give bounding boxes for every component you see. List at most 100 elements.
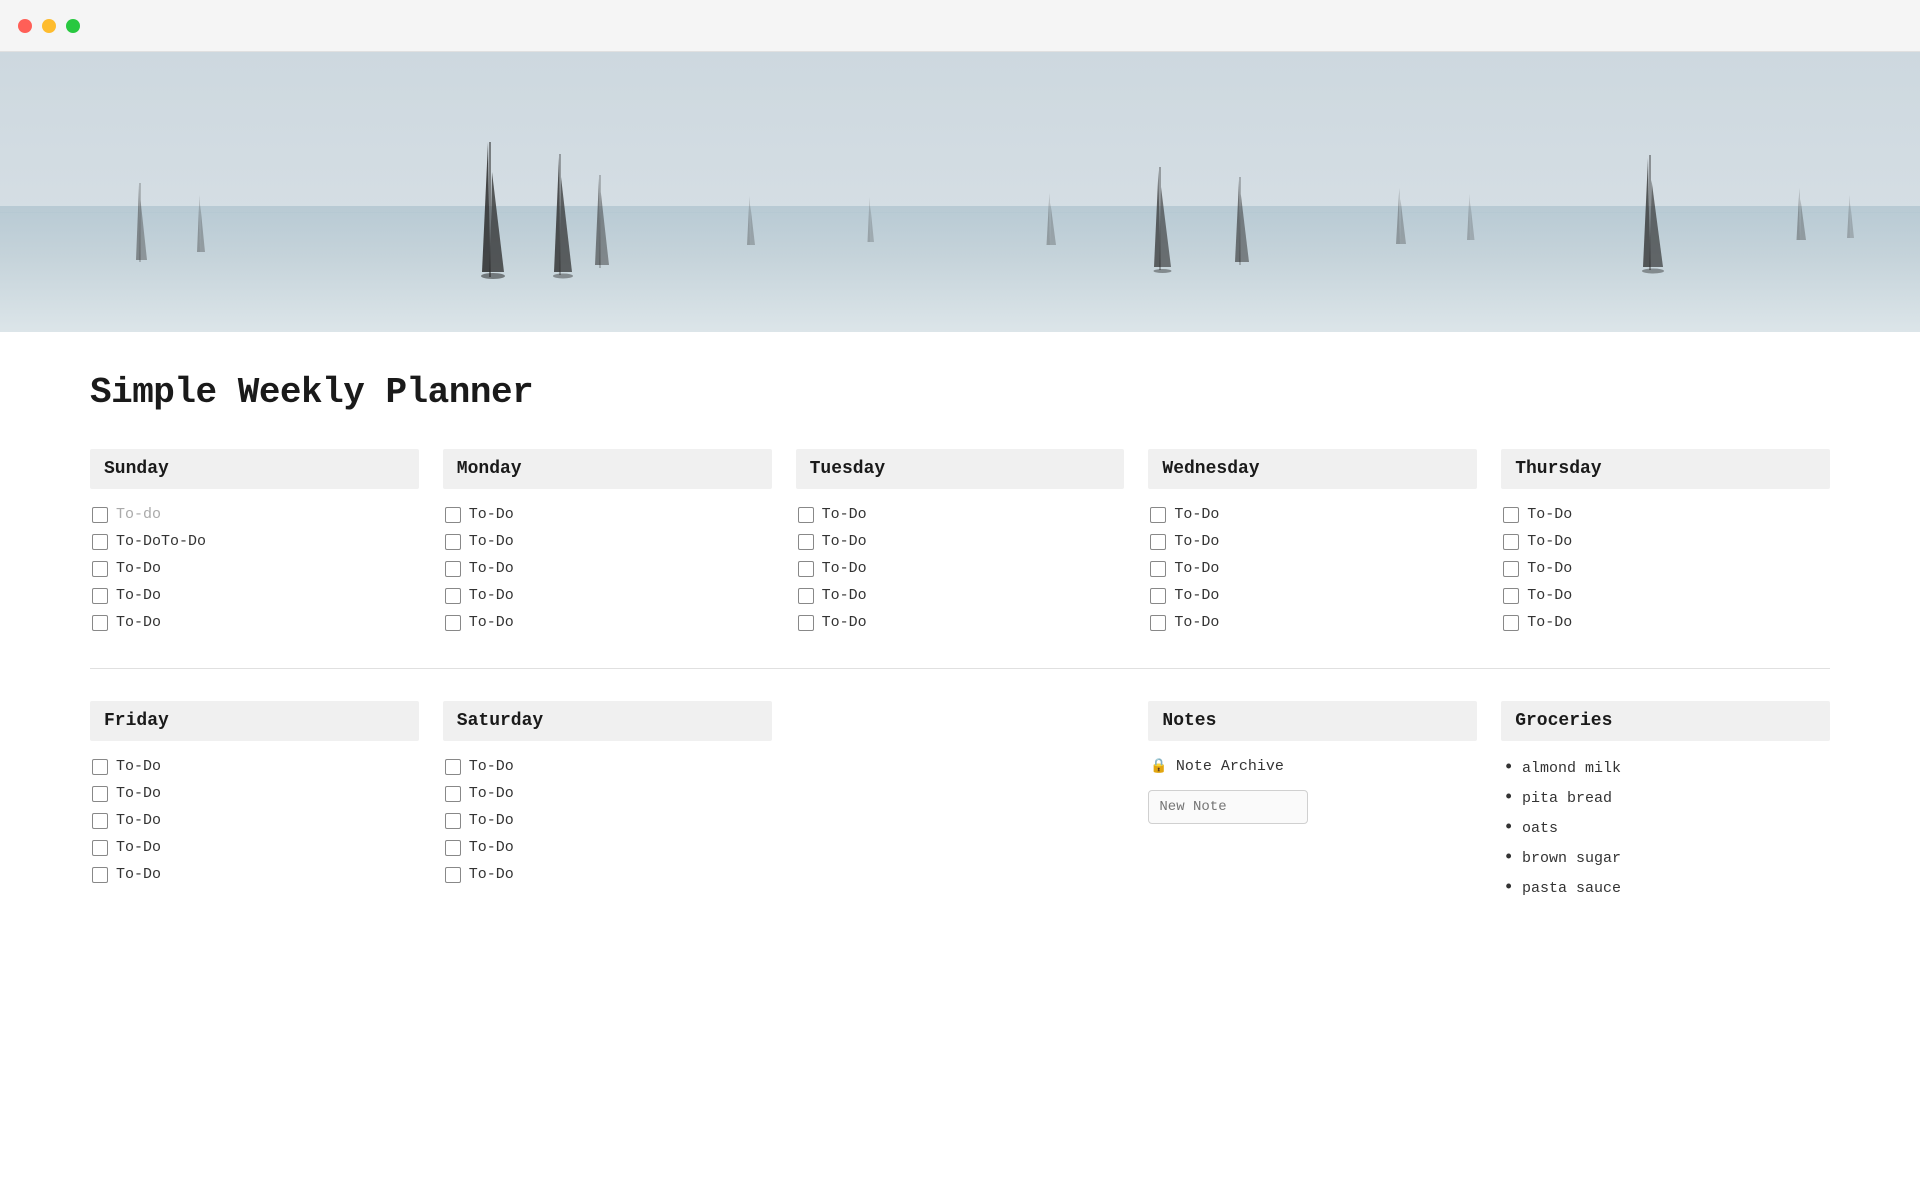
todo-item[interactable]: To-Do bbox=[443, 582, 772, 609]
day-header-saturday: Saturday bbox=[443, 701, 772, 741]
checkbox[interactable] bbox=[798, 507, 814, 523]
todo-item[interactable]: To-Do bbox=[796, 555, 1125, 582]
checkbox[interactable] bbox=[92, 759, 108, 775]
todo-text: To-Do bbox=[469, 785, 514, 802]
day-column-thursday: ThursdayTo-DoTo-DoTo-DoTo-DoTo-Do bbox=[1501, 449, 1830, 636]
checkbox[interactable] bbox=[445, 759, 461, 775]
todo-item[interactable]: To-Do bbox=[90, 582, 419, 609]
lock-icon: 🔒 bbox=[1150, 758, 1167, 775]
day-column-saturday: SaturdayTo-DoTo-DoTo-DoTo-DoTo-Do bbox=[443, 701, 772, 888]
checkbox[interactable] bbox=[1503, 615, 1519, 631]
day-header-monday: Monday bbox=[443, 449, 772, 489]
todo-item[interactable]: To-Do bbox=[443, 528, 772, 555]
todo-item[interactable]: To-Do bbox=[1148, 501, 1477, 528]
checkbox[interactable] bbox=[798, 534, 814, 550]
todo-item[interactable]: To-DoTo-Do bbox=[90, 528, 419, 555]
maximize-button[interactable] bbox=[66, 19, 80, 33]
todo-text: To-Do bbox=[1527, 560, 1572, 577]
checkbox[interactable] bbox=[92, 615, 108, 631]
todo-item[interactable]: To-Do bbox=[90, 753, 419, 780]
todo-text: To-Do bbox=[116, 839, 161, 856]
grocery-item: almond milk bbox=[1501, 753, 1830, 783]
todo-item[interactable]: To-Do bbox=[1501, 528, 1830, 555]
todo-item[interactable]: To-do bbox=[90, 501, 419, 528]
todo-text: To-Do bbox=[822, 587, 867, 604]
week-grid-top: SundayTo-doTo-DoTo-DoTo-DoTo-DoTo-DoMond… bbox=[90, 449, 1830, 636]
todo-item[interactable]: To-Do bbox=[443, 807, 772, 834]
checkbox[interactable] bbox=[445, 813, 461, 829]
todo-item[interactable]: To-Do bbox=[1148, 609, 1477, 636]
todo-text: To-Do bbox=[822, 560, 867, 577]
checkbox[interactable] bbox=[92, 534, 108, 550]
notes-header: Notes bbox=[1148, 701, 1477, 741]
checkbox[interactable] bbox=[1150, 588, 1166, 604]
checkbox[interactable] bbox=[445, 867, 461, 883]
todo-item[interactable]: To-Do bbox=[796, 609, 1125, 636]
notes-section: Notes 🔒Note Archive bbox=[1148, 701, 1477, 824]
checkbox[interactable] bbox=[798, 561, 814, 577]
todo-text: To-Do bbox=[822, 506, 867, 523]
note-archive-link[interactable]: 🔒Note Archive bbox=[1148, 753, 1477, 780]
grocery-item: pita bread bbox=[1501, 783, 1830, 813]
todo-item[interactable]: To-Do bbox=[90, 807, 419, 834]
checkbox[interactable] bbox=[1503, 507, 1519, 523]
todo-item[interactable]: To-Do bbox=[1148, 528, 1477, 555]
checkbox[interactable] bbox=[445, 507, 461, 523]
todo-item[interactable]: To-Do bbox=[1501, 555, 1830, 582]
groceries-header: Groceries bbox=[1501, 701, 1830, 741]
todo-item[interactable]: To-Do bbox=[796, 528, 1125, 555]
todo-text: To-Do bbox=[469, 866, 514, 883]
checkbox[interactable] bbox=[92, 561, 108, 577]
checkbox[interactable] bbox=[92, 786, 108, 802]
todo-item[interactable]: To-Do bbox=[1148, 555, 1477, 582]
todo-item[interactable]: To-Do bbox=[443, 861, 772, 888]
todo-item[interactable]: To-Do bbox=[90, 555, 419, 582]
todo-item[interactable]: To-Do bbox=[443, 555, 772, 582]
todo-item[interactable]: To-Do bbox=[796, 501, 1125, 528]
checkbox[interactable] bbox=[1503, 561, 1519, 577]
checkbox[interactable] bbox=[445, 534, 461, 550]
checkbox[interactable] bbox=[92, 588, 108, 604]
day-column-sunday: SundayTo-doTo-DoTo-DoTo-DoTo-DoTo-Do bbox=[90, 449, 419, 636]
checkbox[interactable] bbox=[445, 588, 461, 604]
checkbox[interactable] bbox=[798, 588, 814, 604]
checkbox[interactable] bbox=[1150, 507, 1166, 523]
todo-text: To-do bbox=[116, 506, 161, 523]
checkbox[interactable] bbox=[1150, 561, 1166, 577]
todo-item[interactable]: To-Do bbox=[443, 753, 772, 780]
minimize-button[interactable] bbox=[42, 19, 56, 33]
checkbox[interactable] bbox=[1150, 534, 1166, 550]
close-button[interactable] bbox=[18, 19, 32, 33]
todo-item[interactable]: To-Do bbox=[443, 780, 772, 807]
todo-item[interactable]: To-Do bbox=[1501, 609, 1830, 636]
checkbox[interactable] bbox=[445, 615, 461, 631]
todo-item[interactable]: To-Do bbox=[1501, 582, 1830, 609]
checkbox[interactable] bbox=[1503, 588, 1519, 604]
todo-text: To-Do bbox=[1174, 506, 1219, 523]
checkbox[interactable] bbox=[798, 615, 814, 631]
checkbox[interactable] bbox=[1150, 615, 1166, 631]
checkbox[interactable] bbox=[445, 561, 461, 577]
checkbox[interactable] bbox=[92, 813, 108, 829]
checkbox[interactable] bbox=[1503, 534, 1519, 550]
todo-item[interactable]: To-Do bbox=[90, 780, 419, 807]
checkbox[interactable] bbox=[445, 786, 461, 802]
grocery-item: pasta sauce bbox=[1501, 873, 1830, 903]
new-note-input[interactable] bbox=[1148, 790, 1308, 824]
todo-item[interactable]: To-Do bbox=[443, 501, 772, 528]
todo-item[interactable]: To-Do bbox=[443, 834, 772, 861]
todo-item[interactable]: To-Do bbox=[90, 861, 419, 888]
day-header-friday: Friday bbox=[90, 701, 419, 741]
todo-text: To-Do bbox=[116, 866, 161, 883]
checkbox[interactable] bbox=[92, 867, 108, 883]
checkbox[interactable] bbox=[92, 840, 108, 856]
todo-item[interactable]: To-Do bbox=[1501, 501, 1830, 528]
todo-item[interactable]: To-Do bbox=[1148, 582, 1477, 609]
todo-item[interactable]: To-Do bbox=[443, 609, 772, 636]
checkbox[interactable] bbox=[92, 507, 108, 523]
checkbox[interactable] bbox=[445, 840, 461, 856]
todo-item[interactable]: To-Do bbox=[90, 609, 419, 636]
todo-item[interactable]: To-Do bbox=[796, 582, 1125, 609]
todo-item[interactable]: To-Do bbox=[90, 834, 419, 861]
day-header-thursday: Thursday bbox=[1501, 449, 1830, 489]
